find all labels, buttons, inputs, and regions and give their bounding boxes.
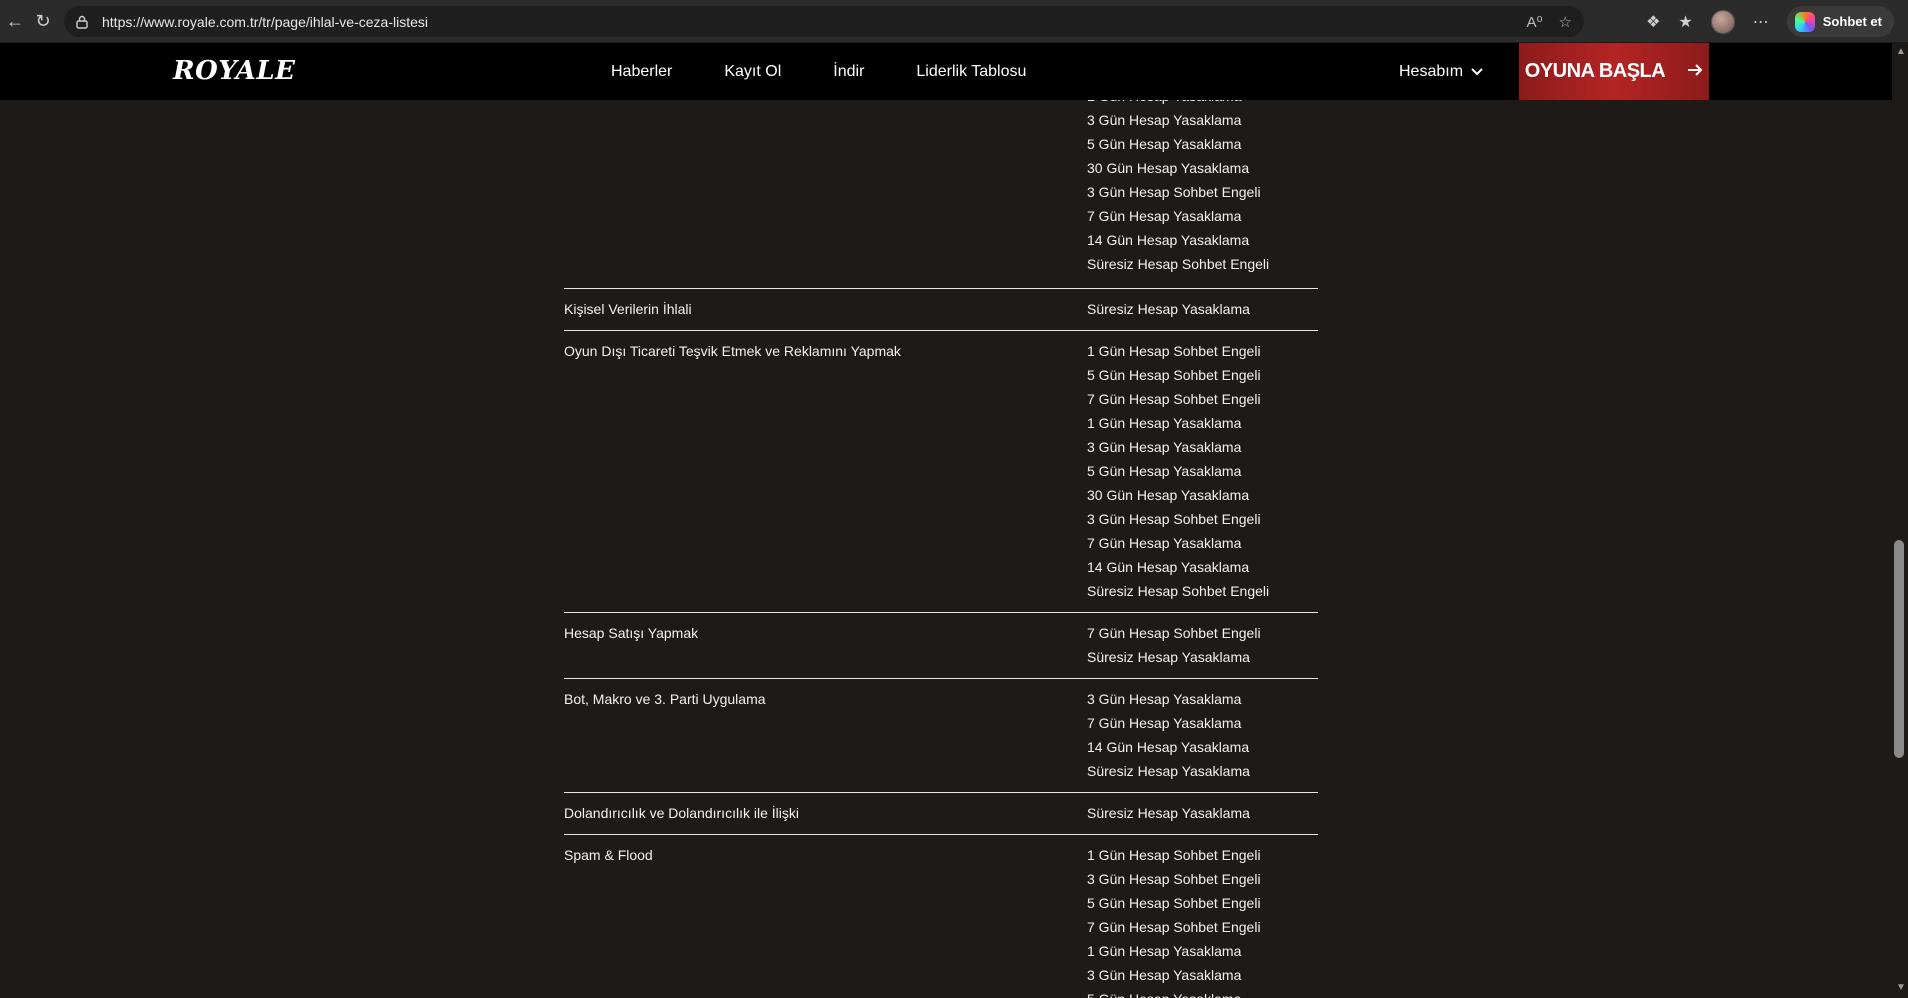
penalty-item: 1 Gün Hesap Yasaklama <box>1087 415 1242 431</box>
read-aloud-icon[interactable]: A⁰ <box>1527 13 1543 31</box>
penalty-item: 30 Gün Hesap Yasaklama <box>1087 160 1250 176</box>
copilot-icon <box>1794 11 1815 32</box>
browser-toolbar: ← ↻ https://www.royale.com.tr/tr/page/ih… <box>0 0 1908 43</box>
lock-icon <box>76 14 92 30</box>
favorite-star-icon[interactable]: ☆ <box>1559 13 1572 31</box>
site-navbar: ROYALE Haberler Kayıt Ol İndir Liderlik … <box>0 43 1892 100</box>
page-scrollbar-thumb[interactable] <box>1894 540 1904 758</box>
extensions-icon[interactable]: ❖ <box>1646 12 1660 32</box>
penalty-list: Süresiz Hesap Yasaklama <box>1087 297 1250 321</box>
violation-name: Dolandırıcılık ve Dolandırıcılık ile İli… <box>564 805 799 821</box>
penalty-item: 3 Gün Hesap Yasaklama <box>1087 691 1242 707</box>
account-menu[interactable]: Hesabım <box>1399 43 1483 100</box>
penalty-item: Süresiz Hesap Yasaklama <box>1087 649 1250 665</box>
penalty-list: 1 Gün Hesap Sohbet Engeli 3 Gün Hesap Soh… <box>1087 843 1261 998</box>
penalty-item: 3 Gün Hesap Sohbet Engeli <box>1087 511 1261 527</box>
arrow-right-icon <box>1687 60 1703 83</box>
penalty-item: 7 Gün Hesap Sohbet Engeli <box>1087 625 1261 641</box>
row-divider <box>564 678 1318 679</box>
row-divider <box>564 330 1318 331</box>
penalty-list: 3 Gün Hesap Yasaklama 7 Gün Hesap Yasakla… <box>1087 687 1250 783</box>
main-nav: Haberler Kayıt Ol İndir Liderlik Tablosu <box>611 43 1026 100</box>
url-text: https://www.royale.com.tr/tr/page/ihlal-… <box>102 13 428 30</box>
penalty-item: 3 Gün Hesap Yasaklama <box>1087 439 1242 455</box>
penalty-list-content: 5 Gün Hesap Sohbet Engeli 7 Gün Hesap Soh… <box>0 0 1892 998</box>
nav-link-liderlik-tablosu[interactable]: Liderlik Tablosu <box>916 63 1026 81</box>
penalty-item: Süresiz Hesap Yasaklama <box>1087 763 1250 779</box>
nav-link-haberler[interactable]: Haberler <box>611 63 672 81</box>
penalty-item: 14 Gün Hesap Yasaklama <box>1087 559 1250 575</box>
address-bar[interactable]: https://www.royale.com.tr/tr/page/ihlal-… <box>64 6 1584 37</box>
scroll-up-arrow-icon[interactable]: ▲ <box>1896 46 1906 57</box>
penalty-item: Süresiz Hesap Sohbet Engeli <box>1087 583 1270 599</box>
row-divider <box>564 792 1318 793</box>
penalty-item: 5 Gün Hesap Yasaklama <box>1087 987 1261 998</box>
penalty-item: 1 Gün Hesap Sohbet Engeli <box>1087 847 1261 863</box>
row-divider <box>564 612 1318 613</box>
page-scrollbar-track[interactable] <box>1892 43 1908 998</box>
account-label: Hesabım <box>1399 62 1464 80</box>
violation-name: Kişisel Verilerin İhlali <box>564 301 692 317</box>
penalty-item: 7 Gün Hesap Yasaklama <box>1087 208 1242 224</box>
penalty-item: 7 Gün Hesap Sohbet Engeli <box>1087 391 1261 407</box>
penalty-item: 5 Gün Hesap Sohbet Engeli <box>1087 895 1261 911</box>
penalty-item: Süresiz Hesap Sohbet Engeli <box>1087 256 1270 272</box>
profile-avatar[interactable] <box>1710 9 1735 34</box>
penalty-item: Süresiz Hesap Yasaklama <box>1087 805 1250 821</box>
row-divider <box>564 834 1318 835</box>
scroll-down-arrow-icon[interactable]: ▼ <box>1896 982 1906 993</box>
penalty-list: Süresiz Hesap Yasaklama <box>1087 801 1250 825</box>
penalty-item: 14 Gün Hesap Yasaklama <box>1087 739 1250 755</box>
copilot-label: Sohbet et <box>1822 14 1882 29</box>
favorites-icon[interactable]: ★ <box>1678 12 1692 32</box>
copilot-chat-button[interactable]: Sohbet et <box>1786 6 1894 37</box>
back-icon[interactable]: ← <box>0 6 30 36</box>
violation-name: Spam & Flood <box>564 847 653 863</box>
violation-name: Hesap Satışı Yapmak <box>564 625 699 641</box>
more-menu-icon[interactable]: ⋯ <box>1753 12 1769 32</box>
penalty-list: 1 Gün Hesap Sohbet Engeli 5 Gün Hesap Soh… <box>1087 339 1269 603</box>
chevron-down-icon <box>1471 63 1483 81</box>
penalty-item: 7 Gün Hesap Sohbet Engeli <box>1087 919 1261 935</box>
penalty-item: 7 Gün Hesap Yasaklama <box>1087 535 1242 551</box>
violation-name: Oyun Dışı Ticareti Teşvik Etmek ve Rekla… <box>564 343 901 359</box>
nav-link-kayit-ol[interactable]: Kayıt Ol <box>724 63 781 81</box>
penalty-list: 7 Gün Hesap Sohbet Engeli Süresiz Hesap Y… <box>1087 621 1261 669</box>
penalty-item: 3 Gün Hesap Sohbet Engeli <box>1087 871 1261 887</box>
penalty-item: 1 Gün Hesap Sohbet Engeli <box>1087 343 1261 359</box>
penalty-item: 3 Gün Hesap Yasaklama <box>1087 112 1242 128</box>
nav-link-indir[interactable]: İndir <box>833 63 864 81</box>
penalty-item: 14 Gün Hesap Yasaklama <box>1087 232 1250 248</box>
penalty-item: 5 Gün Hesap Sohbet Engeli <box>1087 367 1261 383</box>
penalty-item: 3 Gün Hesap Sohbet Engeli <box>1087 184 1261 200</box>
site-logo[interactable]: ROYALE <box>173 56 295 86</box>
refresh-icon[interactable]: ↻ <box>28 6 58 36</box>
penalty-item: 5 Gün Hesap Yasaklama <box>1087 136 1242 152</box>
penalty-item: 5 Gün Hesap Yasaklama <box>1087 463 1242 479</box>
penalty-item: Süresiz Hesap Yasaklama <box>1087 301 1250 317</box>
row-divider <box>564 288 1318 289</box>
penalty-item: 1 Gün Hesap Yasaklama <box>1087 943 1242 959</box>
violation-name: Bot, Makro ve 3. Parti Uygulama <box>564 691 766 707</box>
penalty-item: 30 Gün Hesap Yasaklama <box>1087 487 1250 503</box>
play-button[interactable]: OYUNA BAŞLA <box>1519 43 1709 100</box>
penalty-item: 7 Gün Hesap Yasaklama <box>1087 715 1242 731</box>
play-button-label: OYUNA BAŞLA <box>1524 60 1666 82</box>
penalty-item: 3 Gün Hesap Yasaklama <box>1087 967 1242 983</box>
